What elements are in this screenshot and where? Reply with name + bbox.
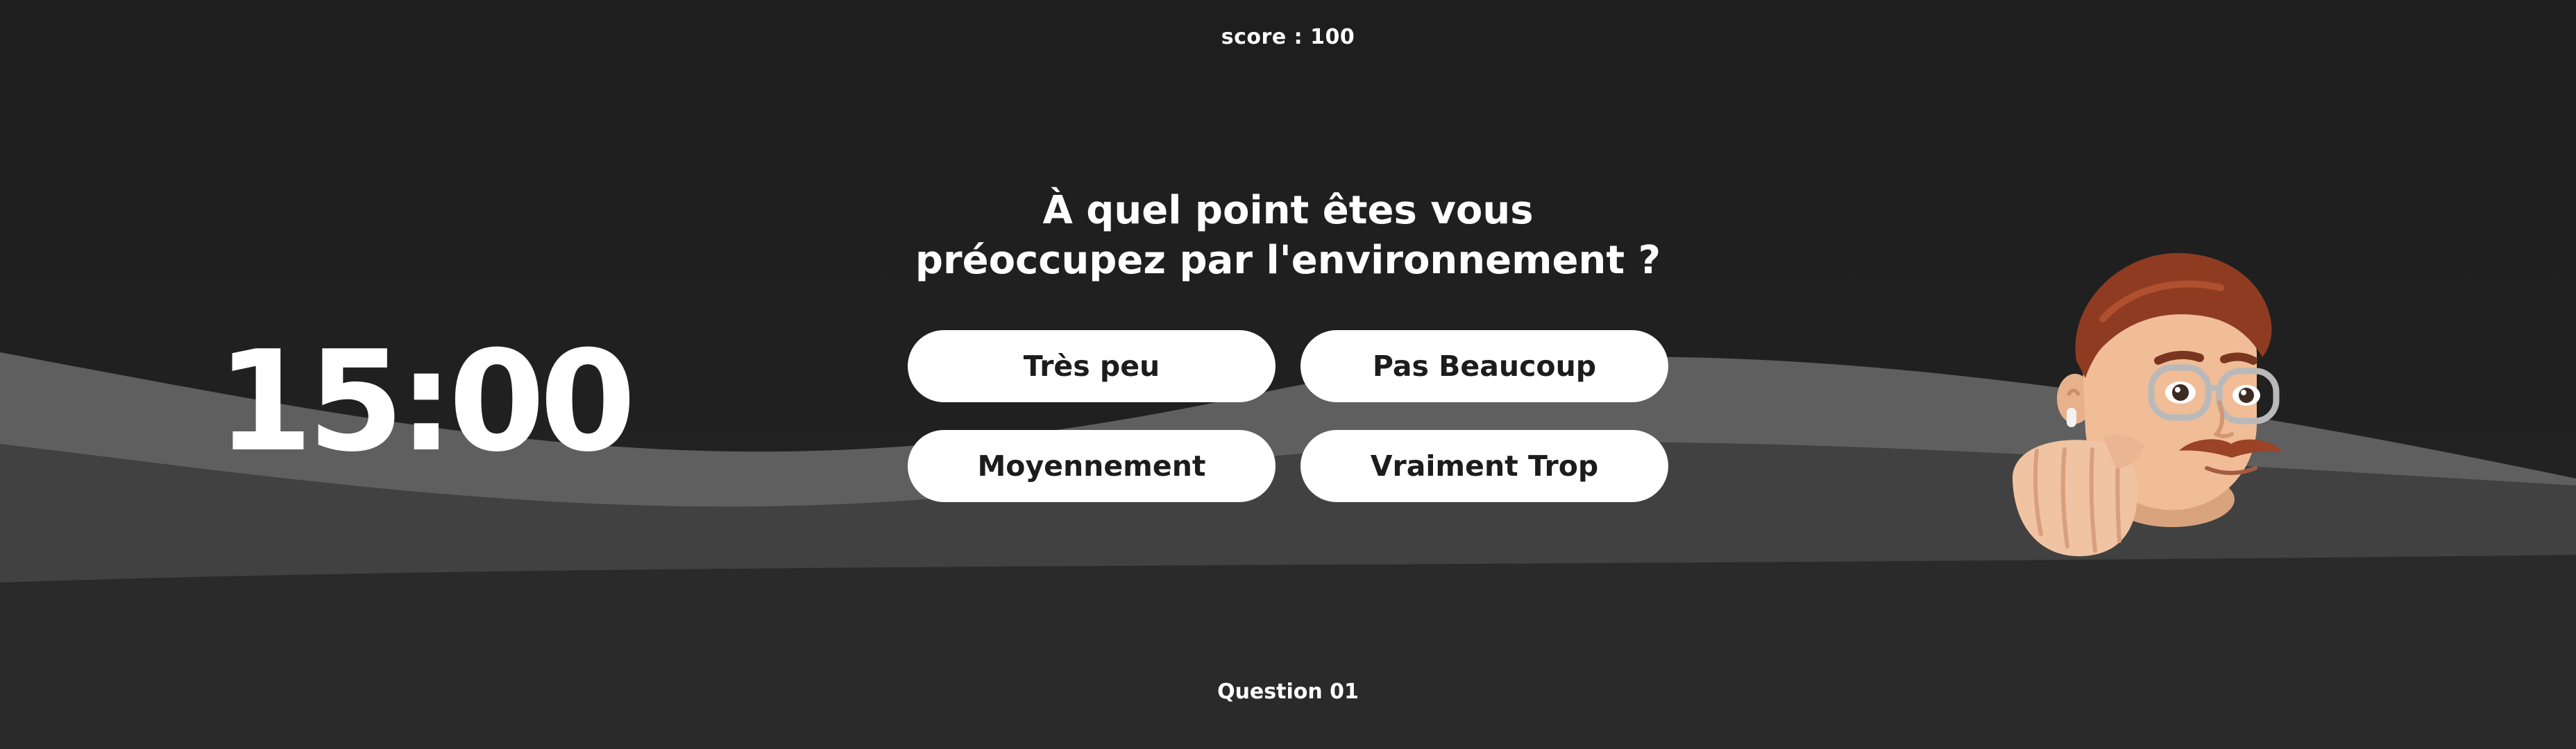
memoji-avatar-icon — [2012, 252, 2283, 557]
answer-button-vraiment-trop[interactable]: Vraiment Trop — [1300, 430, 1668, 502]
question-line-1: À quel point êtes vous — [1042, 188, 1534, 233]
countdown-timer: 15:00 — [217, 321, 636, 483]
answer-button-moyennement[interactable]: Moyennement — [908, 430, 1276, 502]
quiz-screen: score : 100 À quel point êtes vous préoc… — [0, 0, 2576, 749]
question-text: À quel point êtes vous préoccupez par l'… — [802, 186, 1774, 286]
answer-button-pas-beaucoup[interactable]: Pas Beaucoup — [1300, 330, 1668, 402]
question-line-2: préoccupez par l'environnement ? — [915, 238, 1661, 283]
answer-grid: Très peu Pas Beaucoup Moyennement Vraime… — [908, 330, 1668, 502]
answer-button-tres-peu[interactable]: Très peu — [908, 330, 1276, 402]
score-display: score : 100 — [1221, 25, 1355, 49]
wave-base — [0, 555, 2576, 749]
question-number: Question 01 — [1217, 680, 1359, 704]
